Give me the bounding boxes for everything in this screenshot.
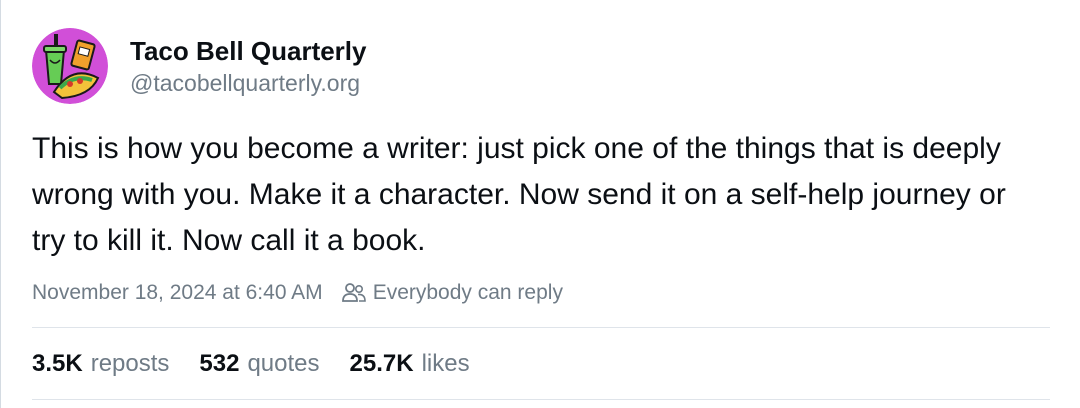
likes-stat[interactable]: 25.7K likes: [350, 350, 470, 378]
avatar[interactable]: [32, 28, 108, 104]
post-timestamp[interactable]: November 18, 2024 at 6:40 AM: [32, 281, 323, 305]
post-header: Taco Bell Quarterly @tacobellquarterly.o…: [32, 28, 367, 104]
divider: [32, 327, 1050, 328]
post-text: This is how you become a writer: just pi…: [32, 132, 1006, 257]
author-names: Taco Bell Quarterly @tacobellquarterly.o…: [130, 34, 367, 98]
card-border: [0, 0, 1, 408]
reposts-stat[interactable]: 3.5K reposts: [32, 350, 169, 378]
post-card: Taco Bell Quarterly @tacobellquarterly.o…: [0, 0, 1080, 408]
people-icon: [341, 283, 366, 302]
author-display-name[interactable]: Taco Bell Quarterly: [130, 34, 367, 68]
reposts-label: reposts: [90, 350, 170, 377]
reply-settings: Everybody can reply: [341, 281, 563, 305]
quotes-count: 532: [199, 350, 240, 377]
post-meta: November 18, 2024 at 6:40 AM Everybody c…: [32, 278, 563, 308]
likes-label: likes: [421, 350, 470, 377]
quotes-label: quotes: [247, 350, 320, 377]
author-handle[interactable]: @tacobellquarterly.org: [130, 68, 367, 98]
taco-bell-quarterly-logo-icon: [32, 28, 108, 104]
post-stats: 3.5K reposts 532 quotes 25.7K likes: [32, 346, 500, 382]
quotes-stat[interactable]: 532 quotes: [199, 350, 319, 378]
reply-settings-label: Everybody can reply: [372, 281, 563, 304]
divider: [32, 399, 1050, 400]
likes-count: 25.7K: [349, 350, 414, 377]
reposts-count: 3.5K: [32, 350, 83, 377]
